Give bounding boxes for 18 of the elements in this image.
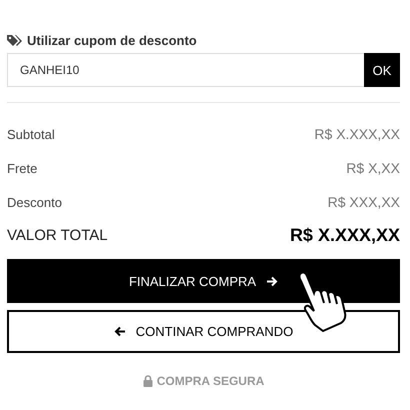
arrow-right-icon: [266, 276, 278, 286]
tag-icon: [7, 34, 23, 46]
summary-label: VALOR TOTAL: [7, 226, 108, 244]
summary-value: R$ X.XXX,XX: [314, 126, 400, 142]
summary-label: Frete: [7, 160, 38, 176]
arrow-left-icon: [114, 326, 126, 337]
continue-shopping-button[interactable]: CONTINAR COMPRANDO: [7, 310, 400, 353]
summary-value: R$ XXX,XX: [328, 194, 400, 210]
coupon-title: Utilizar cupom de desconto: [27, 32, 197, 48]
coupon-field[interactable]: GANHEI10: [7, 53, 364, 87]
checkout-button[interactable]: FINALIZAR COMPRA: [7, 259, 400, 303]
summary-value: R$ X,XX: [346, 160, 400, 176]
lock-icon: [142, 375, 153, 387]
summary-value: R$ X.XXX,XX: [290, 224, 400, 246]
apply-button[interactable]: OK: [364, 53, 400, 87]
summary-label: Subtotal: [7, 126, 55, 142]
secure-purchase-note: COMPRA SEGURA: [156, 374, 264, 388]
summary-label: Desconto: [7, 194, 62, 210]
